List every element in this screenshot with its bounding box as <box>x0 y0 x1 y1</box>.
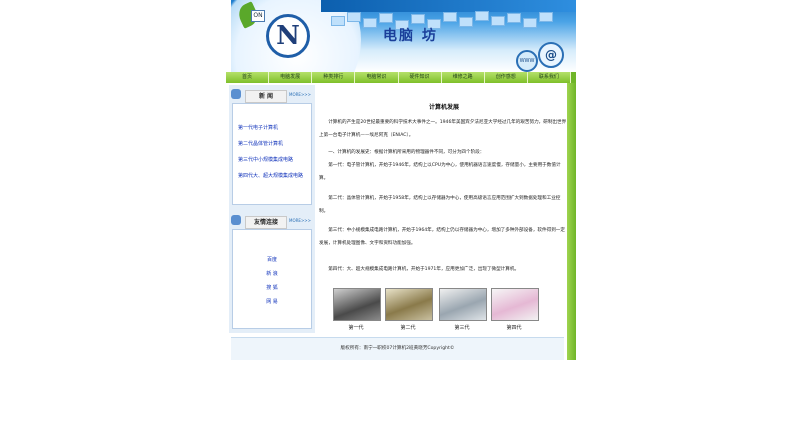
news-header: 新 闻 MORE>>> <box>229 87 313 103</box>
banner-tile <box>523 18 537 28</box>
nav-item-contact[interactable]: 联系我们 <box>528 72 571 83</box>
news-link-gen1[interactable]: 第一代电子计算机 <box>238 124 278 131</box>
page-container: ON N 电脑 坊 WWW @ 首页 电脑发展 种类排行 电脑常识 硬件知识 维… <box>226 0 576 360</box>
site-title: 电脑 坊 <box>383 28 438 44</box>
www-globe-icon: WWW <box>516 50 538 72</box>
links-header: 友情连接 MORE>>> <box>229 213 313 229</box>
gen3-computer-photo <box>439 288 487 321</box>
article-paragraph: 第二代：晶体管计算机，开始于1958年，结构上以存储器为中心，使用高级语言应用范… <box>319 196 561 214</box>
news-link-gen4[interactable]: 第四代大、超大规模集成电路 <box>238 172 303 179</box>
gen1-caption: 第一代 <box>348 325 364 331</box>
article-title: 计算机发展 <box>428 104 459 111</box>
nav-item-repair[interactable]: 维修之路 <box>442 72 485 83</box>
banner-tile <box>379 13 393 23</box>
nav-item-hardware[interactable]: 硬件知识 <box>399 72 442 83</box>
friend-link-sina[interactable]: 新 浪 <box>233 270 311 277</box>
article-paragraph: 第四代：大、超大规模集成电路计算机，开始于1971年，应用更加广泛，出现了微型计… <box>319 267 520 272</box>
nav-item-ranking[interactable]: 种类排行 <box>312 72 356 83</box>
gen2-caption: 第二代 <box>400 325 416 331</box>
banner-tile <box>331 16 345 26</box>
nav-item-thoughts[interactable]: 创作感想 <box>485 72 528 83</box>
gen3-caption: 第三代 <box>454 325 470 331</box>
gen2-computer-photo <box>385 288 433 321</box>
gen4-computer-photo <box>491 288 539 321</box>
friend-link-baidu[interactable]: 百度 <box>233 256 311 263</box>
banner-tile <box>459 17 473 27</box>
pencil-icon <box>231 89 241 99</box>
news-title: 新 闻 <box>245 90 287 103</box>
links-box: 百度 新 浪 搜 狐 网 易 <box>232 229 312 329</box>
main-nav: 首页 电脑发展 种类排行 电脑常识 硬件知识 维修之路 创作感想 联系我们 <box>226 72 571 83</box>
article-paragraph: 计算机的产生是20世纪最重要的科学技术大事件之一。1946年美国宾夕法尼亚大学经… <box>319 120 567 138</box>
article-paragraph: 一、计算机的发展史：根据计算机所采用的物理器件不同，可分为四个阶段： <box>319 150 485 155</box>
banner-tile <box>539 12 553 22</box>
news-link-gen2[interactable]: 第二代晶体管计算机 <box>238 140 283 147</box>
banner-tile <box>475 11 489 21</box>
site-logo: N <box>266 14 310 58</box>
news-box: 第一代电子计算机 第二代晶体管计算机 第三代中小规模集成电路 第四代大、超大规模… <box>232 103 312 205</box>
gen4-caption: 第四代 <box>506 325 522 331</box>
friend-link-sohu[interactable]: 搜 狐 <box>233 284 311 291</box>
banner-tile <box>411 14 425 24</box>
banner-tile <box>443 12 457 22</box>
links-more-link[interactable]: MORE>>> <box>289 218 311 223</box>
banner-tile <box>363 18 377 28</box>
green-rail-cap <box>571 72 576 83</box>
banner-window-grid <box>331 10 571 40</box>
news-link-gen3[interactable]: 第三代中小规模集成电路 <box>238 156 293 163</box>
banner-tile <box>347 12 361 22</box>
footer-copyright: 版权所有：南宁一职校07计算机2班黄晓芳Copyright© <box>231 337 564 360</box>
friends-icon <box>231 215 241 225</box>
site-banner: ON N 电脑 坊 WWW @ <box>231 0 576 72</box>
left-sidebar: 新 闻 MORE>>> 第一代电子计算机 第二代晶体管计算机 第三代中小规模集成… <box>229 85 315 333</box>
nav-item-home[interactable]: 首页 <box>226 72 270 83</box>
article-paragraph: 第一代：电子管计算机，开始于1946年，结构上以CPU为中心，使用机器语言速度慢… <box>319 163 561 181</box>
links-title: 友情连接 <box>245 216 287 229</box>
friend-link-netease[interactable]: 网 易 <box>233 298 311 305</box>
banner-tile <box>507 13 521 23</box>
at-globe-icon: @ <box>538 42 564 68</box>
gen1-computer-photo <box>333 288 381 321</box>
news-more-link[interactable]: MORE>>> <box>289 92 311 97</box>
article-paragraph: 第三代：中小规模集成电路计算机，开始于1964年，结构上仍以存储器为中心，增加了… <box>319 228 565 246</box>
nav-item-development[interactable]: 电脑发展 <box>269 72 313 83</box>
banner-tile <box>491 16 505 26</box>
nav-item-knowledge[interactable]: 电脑常识 <box>355 72 399 83</box>
on-badge: ON <box>251 10 265 22</box>
